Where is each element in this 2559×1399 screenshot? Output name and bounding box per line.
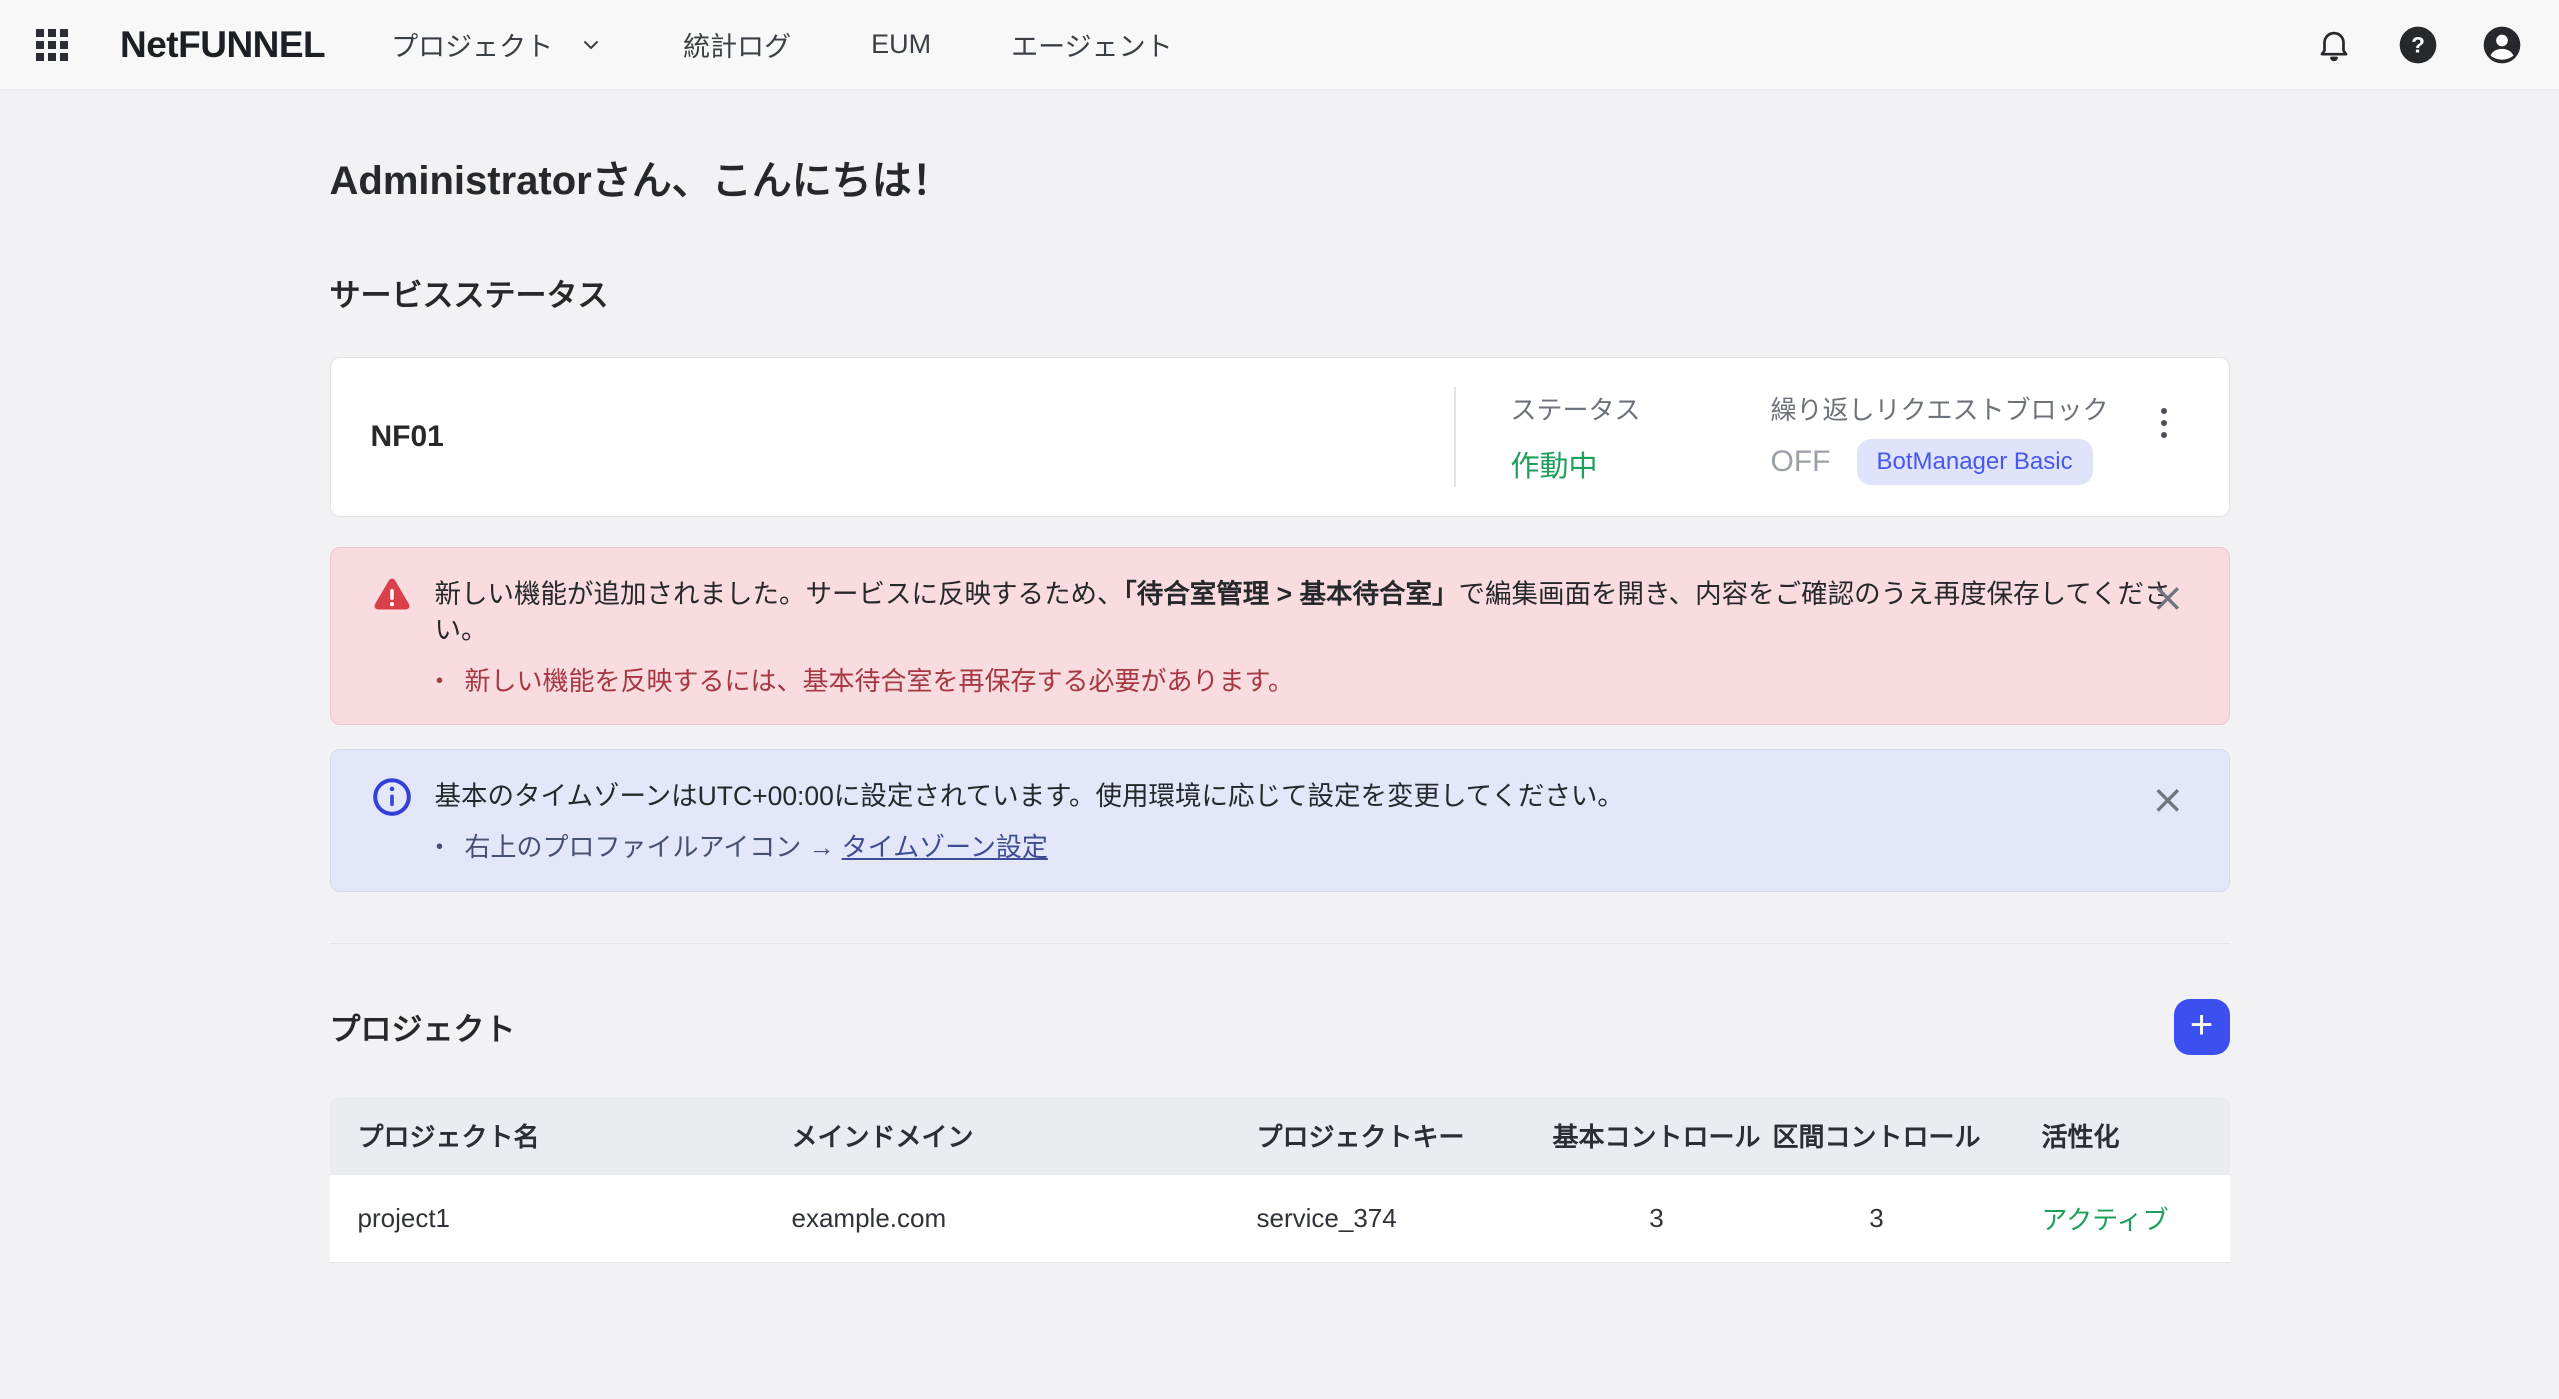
warning-message: 新しい機能が追加されました。サービスに反映するため、「待合室管理 > 基本待合室… (435, 577, 2189, 649)
menu-item-stats-log-label: 統計ログ (683, 25, 791, 64)
navbar-actions: ? (2313, 24, 2523, 66)
projects-table-header: プロジェクト名 メインドメイン プロジェクトキー 基本コントロール 区間コントロ… (330, 1097, 2230, 1175)
page-greeting: Administratorさん、こんにちは！ (330, 148, 2230, 206)
service-status-heading: サービスステータス (330, 270, 2230, 315)
request-block-label: 繰り返しリクエストブロック (1771, 390, 2109, 427)
col-header-project-name: プロジェクト名 (330, 1117, 792, 1154)
col-header-activation: 活性化 (1992, 1117, 2230, 1154)
notification-bell-icon[interactable] (2313, 24, 2355, 66)
request-block-value: OFF (1771, 445, 1831, 479)
apps-grid-icon[interactable] (36, 29, 68, 61)
main-content: Administratorさん、こんにちは！ サービスステータス NF01 ステ… (330, 148, 2230, 1263)
menu-item-project[interactable]: プロジェクト (391, 25, 603, 64)
warning-triangle-icon (371, 574, 413, 616)
projects-table: プロジェクト名 メインドメイン プロジェクトキー 基本コントロール 区間コントロ… (330, 1097, 2230, 1263)
timezone-settings-link[interactable]: タイムゾーン設定 (842, 832, 1048, 862)
main-menu: プロジェクト 統計ログ EUM エージェント (391, 25, 1172, 64)
menu-item-project-label: プロジェクト (391, 25, 553, 64)
status-column: ステータス 作動中 (1456, 390, 1771, 485)
projects-heading: プロジェクト (330, 1004, 516, 1049)
chevron-down-icon (579, 33, 603, 57)
warning-bullet: ・ 新しい機能を反映するには、基本待合室を再保存する必要があります。 (427, 665, 2189, 699)
table-row[interactable]: project1 example.com service_374 3 3 アクテ… (330, 1175, 2230, 1263)
menu-item-stats-log[interactable]: 統計ログ (683, 25, 791, 64)
status-label: ステータス (1511, 390, 1771, 427)
col-header-basic-control: 基本コントロール (1552, 1117, 1762, 1154)
info-bullet: ・ 右上のプロファイルアイコン → タイムゾーン設定 (427, 831, 1624, 865)
card-menu-kebab-icon[interactable] (2157, 404, 2171, 442)
section-divider (330, 943, 2230, 944)
warning-alert: 新しい機能が追加されました。サービスに反映するため、「待合室管理 > 基本待合室… (330, 547, 2230, 725)
cell-project-key: service_374 (1257, 1203, 1552, 1234)
menu-item-agent-label: エージェント (1011, 25, 1172, 64)
info-alert: 基本のタイムゾーンはUTC+00:00に設定されています。使用環境に応じて設定を… (330, 749, 2230, 892)
service-name: NF01 (331, 420, 444, 454)
profile-avatar-icon[interactable] (2481, 24, 2523, 66)
botmanager-badge: BotManager Basic (1857, 439, 2093, 485)
status-value: 作動中 (1511, 443, 1771, 485)
request-block-column: 繰り返しリクエストブロック OFF BotManager Basic (1771, 390, 2109, 485)
menu-item-agent[interactable]: エージェント (1011, 25, 1172, 64)
col-header-main-domain: メインドメイン (792, 1117, 1257, 1154)
info-message: 基本のタイムゾーンはUTC+00:00に設定されています。使用環境に応じて設定を… (435, 779, 1624, 815)
netfunnel-logo[interactable]: NetFUNNEL (120, 24, 325, 66)
col-header-project-key: プロジェクトキー (1257, 1117, 1552, 1154)
svg-text:?: ? (2411, 32, 2425, 57)
menu-item-eum[interactable]: EUM (871, 25, 931, 64)
menu-item-eum-label: EUM (871, 29, 931, 60)
info-close-icon[interactable]: × (2147, 776, 2189, 824)
cell-project-name: project1 (330, 1203, 792, 1234)
warning-close-icon[interactable]: × (2147, 574, 2189, 622)
cell-activation-status: アクティブ (1992, 1200, 2230, 1237)
service-status-card: NF01 ステータス 作動中 繰り返しリクエストブロック OFF BotMana… (330, 357, 2230, 517)
cell-basic-control: 3 (1552, 1203, 1762, 1234)
help-icon[interactable]: ? (2397, 24, 2439, 66)
add-project-button[interactable]: + (2174, 999, 2230, 1055)
service-status-details: ステータス 作動中 繰り返しリクエストブロック OFF BotManager B… (1454, 387, 2229, 487)
info-circle-icon (371, 776, 413, 818)
cell-section-control: 3 (1762, 1203, 1992, 1234)
col-header-section-control: 区間コントロール (1762, 1117, 1992, 1154)
top-navbar: NetFUNNEL プロジェクト 統計ログ EUM エージェント (0, 0, 2559, 90)
cell-main-domain: example.com (792, 1203, 1257, 1234)
projects-header: プロジェクト + (330, 999, 2230, 1055)
